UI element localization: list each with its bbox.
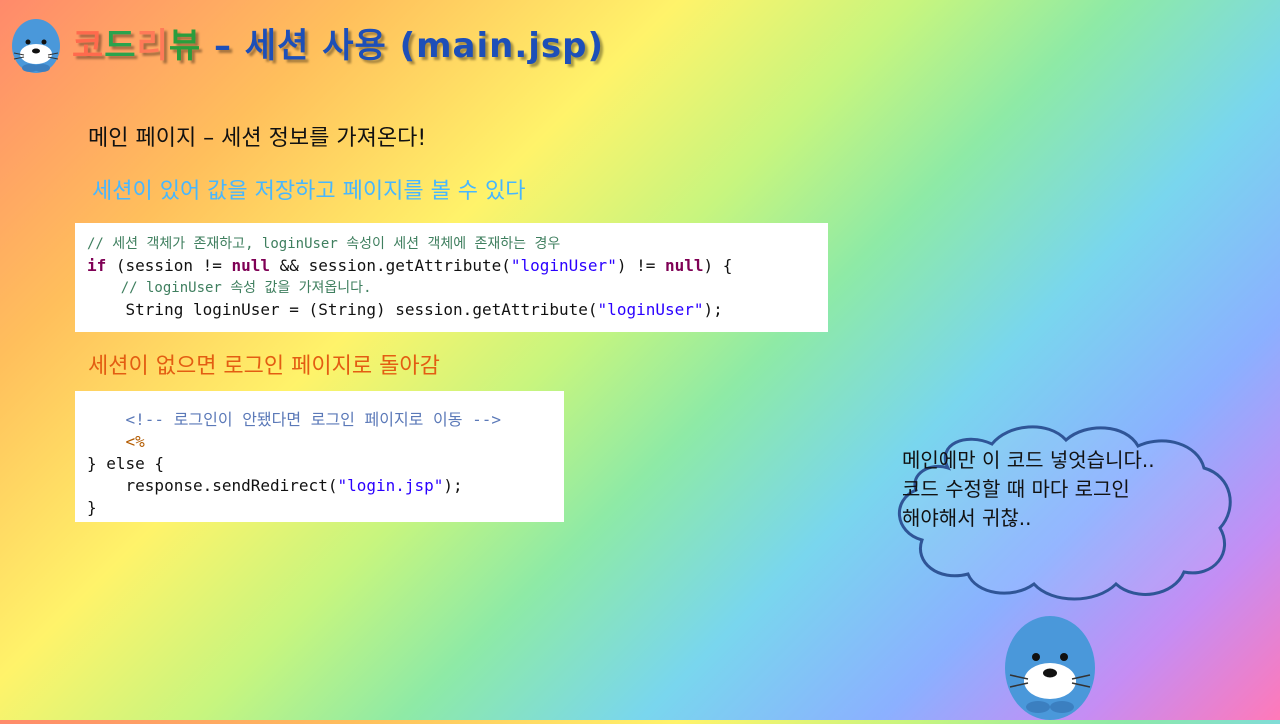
speech-line-2: 코드 수정할 때 마다 로그인 해야해서 귀찮.. xyxy=(902,477,1130,530)
code-line: String loginUser = (String) session.getA… xyxy=(87,300,723,319)
intro-text: 메인 페이지 – 세션 정보를 가져온다! xyxy=(88,126,427,151)
code-line: <!-- 로그인이 안됐다면 로그인 페이지로 이동 --> xyxy=(87,410,501,429)
page-title: 코드리뷰 – 세션 사용 (main.jsp) xyxy=(72,18,604,67)
speech-bubble-text: 메인에만 이 코드 넣엇습니다.. 코드 수정할 때 마다 로그인 해야해서 귀… xyxy=(902,446,1172,533)
code-line: <% xyxy=(87,432,145,451)
seal-mascot-icon xyxy=(8,12,64,74)
code-line: response.sendRedirect("login.jsp"); xyxy=(87,476,463,495)
code-line: if (session != null && session.getAttrib… xyxy=(87,256,733,275)
code-block-redirect: <!-- 로그인이 안됐다면 로그인 페이지로 이동 --> <% } else… xyxy=(75,391,564,522)
speech-bubble: 메인에만 이 코드 넣엇습니다.. 코드 수정할 때 마다 로그인 해야해서 귀… xyxy=(888,416,1238,602)
code-line: // 세션 객체가 존재하고, loginUser 속성이 세션 객체에 존재하… xyxy=(87,236,561,252)
code-line: } xyxy=(87,498,97,517)
code-line: } else { xyxy=(87,454,165,473)
title-char-1: 코 xyxy=(72,26,105,66)
speech-line-1: 메인에만 이 코드 넣엇습니다.. xyxy=(902,448,1155,472)
title-rest: – 세션 사용 (main.jsp) xyxy=(201,26,605,66)
code-block-session-check: // 세션 객체가 존재하고, loginUser 속성이 세션 객체에 존재하… xyxy=(75,223,828,332)
title-char-3: 리 xyxy=(136,26,169,66)
seal-mascot-icon xyxy=(1000,603,1100,720)
title-char-2: 드 xyxy=(104,26,137,66)
has-session-label: 세션이 있어 값을 저장하고 페이지를 볼 수 있다 xyxy=(92,179,526,204)
code-line: // loginUser 속성 값을 가져옵니다. xyxy=(87,280,372,296)
title-char-4: 뷰 xyxy=(168,26,202,66)
no-session-label: 세션이 없으면 로그인 페이지로 돌아감 xyxy=(88,354,440,379)
